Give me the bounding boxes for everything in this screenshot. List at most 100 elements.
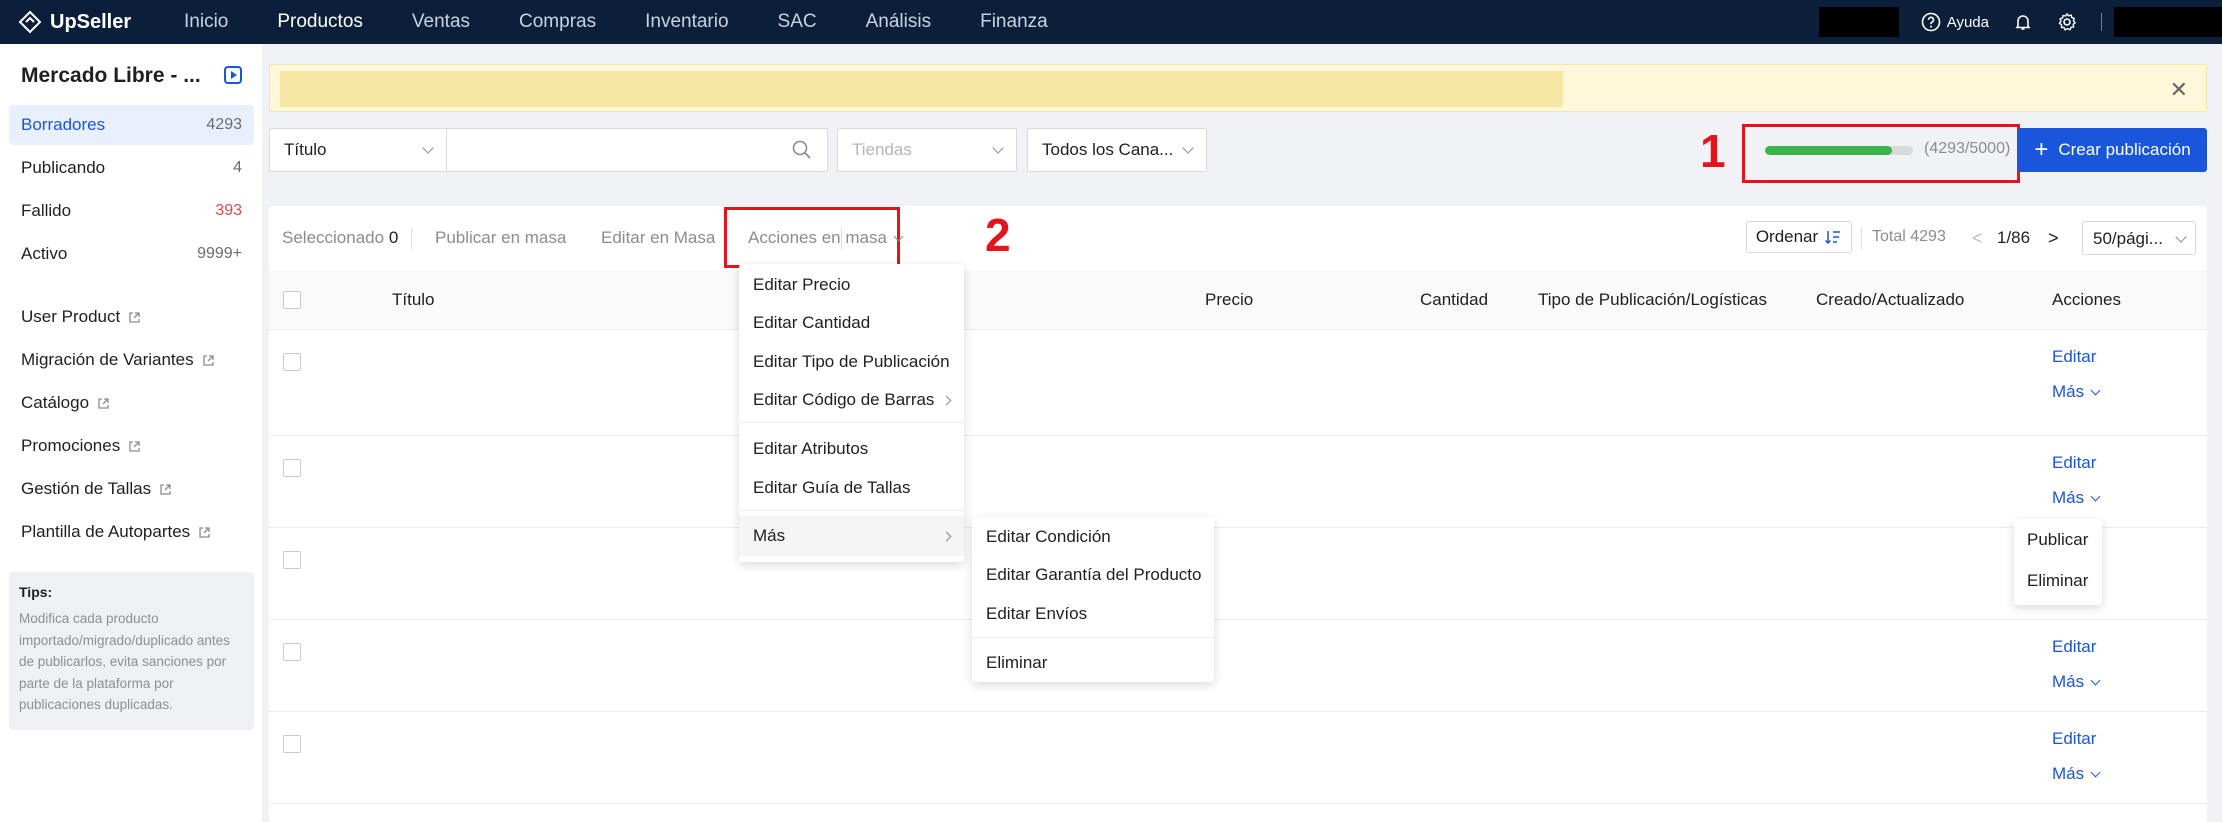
help-button[interactable]: Ayuda xyxy=(1921,12,1989,32)
chevron-right-icon xyxy=(941,395,952,406)
edit-bulk-button[interactable]: Editar en Masa xyxy=(601,228,715,248)
sidebar-link-user-product[interactable]: User Product xyxy=(21,307,141,327)
sidebar-link-label: Plantilla de Autopartes xyxy=(21,522,191,541)
notifications-button[interactable] xyxy=(2013,12,2033,32)
nav-compras[interactable]: Compras xyxy=(519,11,596,33)
row-edit-link[interactable]: Editar xyxy=(2052,453,2096,473)
chevron-down-icon xyxy=(2090,767,2101,777)
sidebar-link-label: Migración de Variantes xyxy=(21,350,194,369)
tips-body: Modifica cada producto importado/migrado… xyxy=(19,608,244,716)
next-page-icon[interactable]: > xyxy=(2048,228,2059,249)
column-header-price[interactable]: Precio xyxy=(1205,290,1253,310)
row-edit-link[interactable]: Editar xyxy=(2052,729,2096,749)
menu-item-more[interactable]: Más xyxy=(753,526,785,546)
external-link-icon xyxy=(98,397,109,409)
menu-item-edit-attributes[interactable]: Editar Atributos xyxy=(753,439,868,459)
row-edit-link[interactable]: Editar xyxy=(2052,637,2096,657)
sidebar-item-publicando[interactable]: Publicando 4 xyxy=(9,148,254,188)
tips-box: Tips: Modifica cada producto importado/m… xyxy=(9,572,254,730)
bulk-actions-label: Acciones en masa xyxy=(748,228,887,247)
nav-finanza[interactable]: Finanza xyxy=(980,11,1048,33)
create-listing-button[interactable]: + Crear publicación xyxy=(2018,128,2207,172)
menu-divider xyxy=(972,637,1214,638)
prev-page-icon[interactable]: < xyxy=(1972,228,1983,249)
search-input[interactable] xyxy=(446,128,828,172)
search-field-select[interactable]: Título xyxy=(269,128,447,172)
menu-item-edit-warranty[interactable]: Editar Garantía del Producto xyxy=(986,565,1201,585)
column-header-actions: Acciones xyxy=(2052,290,2121,309)
menu-item-edit-price[interactable]: Editar Precio xyxy=(753,275,850,295)
nav-inicio[interactable]: Inicio xyxy=(184,11,228,33)
sidebar-link-promociones[interactable]: Promociones xyxy=(21,436,141,456)
per-page-select[interactable]: 50/pági... xyxy=(2082,221,2196,255)
main-nav: Inicio Productos Ventas Compras Inventar… xyxy=(146,11,1097,33)
help-icon xyxy=(1921,12,1941,32)
row-checkbox[interactable] xyxy=(283,551,301,569)
create-listing-label: Crear publicación xyxy=(2058,140,2191,159)
row-checkbox[interactable] xyxy=(283,643,301,661)
sidebar-item-borradores[interactable]: Borradores 4293 xyxy=(9,105,254,145)
per-page-value: 50/pági... xyxy=(2093,229,2163,248)
row-more-label: Más xyxy=(2052,488,2085,507)
nav-analisis[interactable]: Análisis xyxy=(866,11,931,33)
publish-bulk-button[interactable]: Publicar en masa xyxy=(435,228,566,248)
table-header: Título Precio Cantidad Tipo de Publicaci… xyxy=(269,270,2207,330)
redacted-account xyxy=(2114,7,2222,37)
menu-item-edit-condition[interactable]: Editar Condición xyxy=(986,527,1111,547)
sidebar-item-count: 4 xyxy=(233,159,242,176)
nav-ventas[interactable]: Ventas xyxy=(412,11,470,33)
menu-item-edit-size-guide[interactable]: Editar Guía de Tallas xyxy=(753,478,911,498)
settings-button[interactable] xyxy=(2057,12,2077,32)
menu-item-edit-quantity[interactable]: Editar Cantidad xyxy=(753,313,870,333)
row-more-link[interactable]: Más xyxy=(2052,488,2101,508)
store-select[interactable]: Tiendas xyxy=(837,128,1017,172)
nav-productos[interactable]: Productos xyxy=(277,11,363,33)
row-checkbox[interactable] xyxy=(283,735,301,753)
sidebar-link-label: Promociones xyxy=(21,436,121,455)
menu-item-delete[interactable]: Eliminar xyxy=(2027,571,2088,591)
sidebar-item-count: 393 xyxy=(215,202,242,219)
bulk-actions-button[interactable]: Acciones en masa xyxy=(748,228,904,248)
close-icon[interactable]: ✕ xyxy=(2170,77,2188,103)
sidebar-item-fallido[interactable]: Fallido 393 xyxy=(9,191,254,231)
column-header-quantity[interactable]: Cantidad xyxy=(1420,290,1488,310)
sidebar: Mercado Libre - ... Borradores 4293 Publ… xyxy=(0,44,262,822)
table-row: Editar Más xyxy=(269,712,2207,804)
menu-item-edit-listing-type[interactable]: Editar Tipo de Publicación xyxy=(753,352,950,372)
sidebar-item-activo[interactable]: Activo 9999+ xyxy=(9,234,254,274)
sidebar-link-plantilla-autopartes[interactable]: Plantilla de Autopartes xyxy=(21,522,211,542)
sidebar-item-label: Borradores xyxy=(21,115,106,134)
sidebar-link-catalogo[interactable]: Catálogo xyxy=(21,393,110,413)
column-header-title[interactable]: Título xyxy=(392,290,435,310)
more-submenu: Editar Condición Editar Garantía del Pro… xyxy=(972,517,1214,682)
menu-item-edit-shipping[interactable]: Editar Envíos xyxy=(986,604,1087,624)
channel-select[interactable]: Todos los Cana... xyxy=(1027,128,1207,172)
row-checkbox[interactable] xyxy=(283,353,301,371)
tips-line: importado/migrado/duplicado antes xyxy=(19,632,230,648)
chevron-down-icon xyxy=(2175,231,2187,243)
row-edit-link[interactable]: Editar xyxy=(2052,347,2096,367)
select-all-checkbox[interactable] xyxy=(283,291,301,309)
sidebar-item-label: Activo xyxy=(21,244,68,263)
search-icon[interactable] xyxy=(791,139,813,161)
menu-item-publish[interactable]: Publicar xyxy=(2027,530,2088,550)
menu-item-delete[interactable]: Eliminar xyxy=(986,653,1047,673)
menu-item-edit-barcode[interactable]: Editar Código de Barras xyxy=(753,390,934,410)
chevron-down-icon xyxy=(893,231,904,241)
sidebar-link-gestion-tallas[interactable]: Gestión de Tallas xyxy=(21,479,172,499)
external-link-icon xyxy=(129,440,140,452)
row-more-link[interactable]: Más xyxy=(2052,382,2101,402)
sidebar-link-migracion-variantes[interactable]: Migración de Variantes xyxy=(21,350,215,370)
column-header-created-updated[interactable]: Creado/Actualizado xyxy=(1816,290,1964,310)
row-checkbox[interactable] xyxy=(283,459,301,477)
nav-inventario[interactable]: Inventario xyxy=(645,11,728,33)
row-more-link[interactable]: Más xyxy=(2052,764,2101,784)
nav-sac[interactable]: SAC xyxy=(778,11,817,33)
store-switch-icon[interactable] xyxy=(224,66,242,84)
store-name[interactable]: Mercado Libre - ... xyxy=(21,64,201,88)
sidebar-link-label: User Product xyxy=(21,307,121,326)
brand-logo[interactable]: UpSeller xyxy=(18,10,146,34)
page-indicator: 1/86 xyxy=(1997,228,2031,247)
order-button[interactable]: Ordenar xyxy=(1746,221,1852,253)
row-more-link[interactable]: Más xyxy=(2052,672,2101,692)
